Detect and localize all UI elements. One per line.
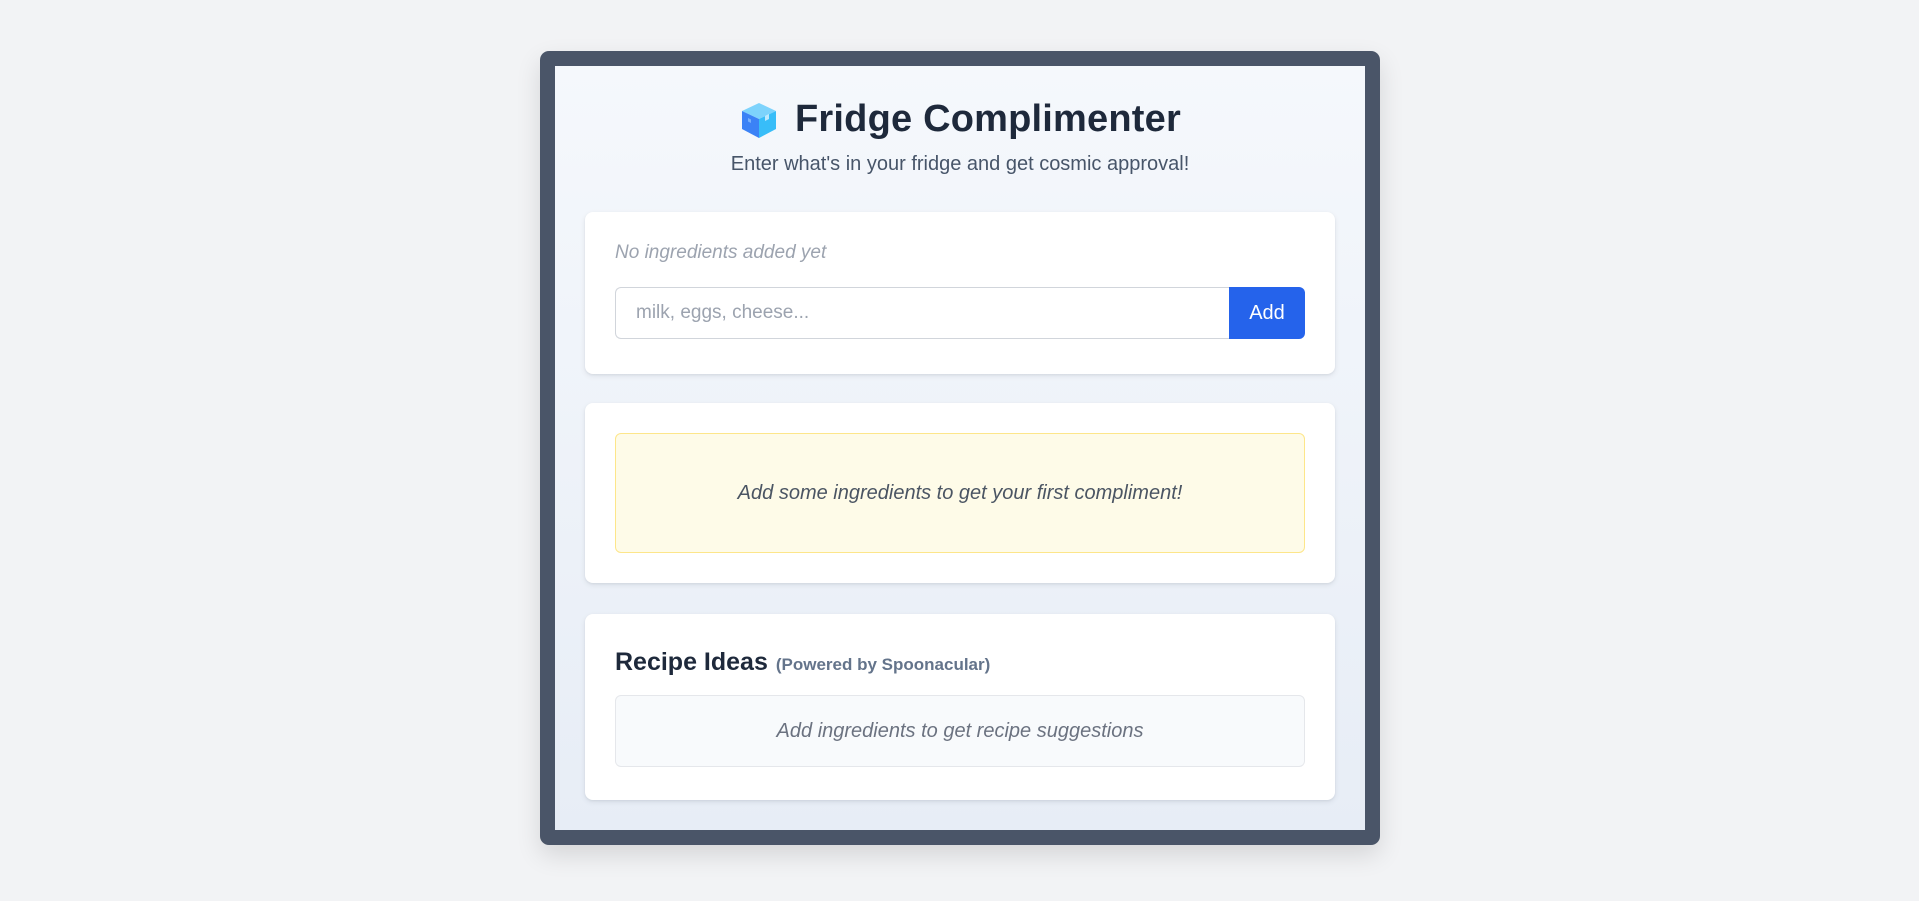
ingredients-card: No ingredients added yet Add (585, 212, 1335, 374)
app-title: Fridge Complimenter (795, 98, 1181, 140)
ingredients-empty-message: No ingredients added yet (615, 242, 827, 263)
powered-by-label: (Powered by Spoonacular) (775, 655, 991, 674)
app-header: Fridge Complimenter Enter what's in your… (555, 66, 1365, 176)
title-row: Fridge Complimenter (555, 98, 1365, 141)
recipes-heading: Recipe Ideas (615, 648, 768, 676)
recipes-empty-message: Add ingredients to get recipe suggestion… (615, 695, 1305, 767)
app-subtitle: Enter what's in your fridge and get cosm… (730, 153, 1190, 175)
ingredient-input-row: Add (615, 287, 1305, 339)
recipes-card: Recipe Ideas (Powered by Spoonacular) Ad… (585, 614, 1335, 800)
compliment-placeholder: Add some ingredients to get your first c… (615, 433, 1305, 553)
compliment-card: Add some ingredients to get your first c… (585, 403, 1335, 583)
ingredient-input[interactable] (615, 287, 1229, 339)
recipes-heading-row: Recipe Ideas (Powered by Spoonacular) (615, 648, 1305, 677)
ice-cube-icon (739, 100, 779, 140)
fridge-frame: Fridge Complimenter Enter what's in your… (540, 51, 1380, 845)
add-button[interactable]: Add (1229, 287, 1305, 339)
fridge-interior: Fridge Complimenter Enter what's in your… (555, 66, 1365, 830)
